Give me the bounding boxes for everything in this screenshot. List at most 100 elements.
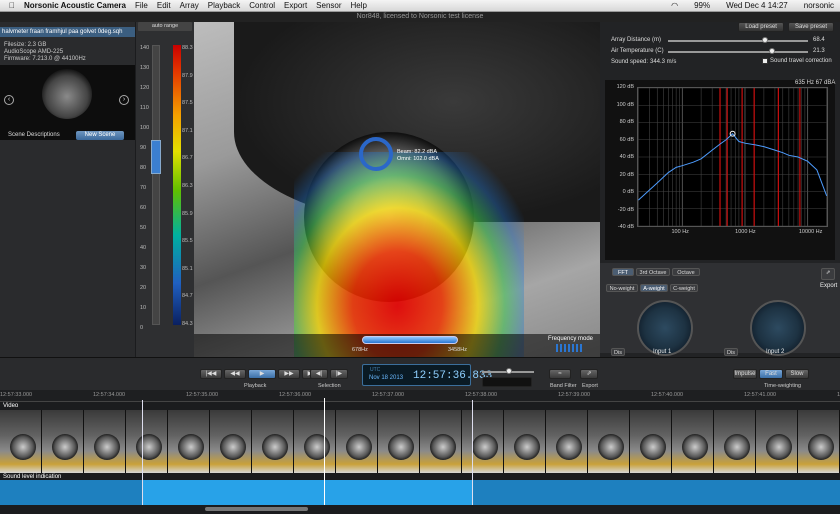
spectrum-chart[interactable] [637,87,828,227]
band-filter-button[interactable]: ≈ [549,369,571,379]
selection-end-button[interactable]: |▶ [330,369,348,379]
beam-target-icon[interactable] [359,137,393,171]
video-frame [462,410,504,473]
user-menu[interactable]: norsonic [804,1,834,10]
spectrum-cursor-readout: 635 Hz 67 dBA [795,80,836,86]
window-title: Nor848, licensed to Norsonic test licens… [0,12,840,22]
menu-sensor[interactable]: Sensor [316,1,341,10]
array-distance-knob[interactable] [762,37,768,43]
scale-tick-left: 50 [140,225,147,231]
menu-playback[interactable]: Playback [208,1,240,10]
selected-range[interactable] [143,480,472,505]
scale-tick-left: 60 [140,205,147,211]
export-icon[interactable]: ⇗ [821,268,835,280]
scale-tick-right: 85.1 [182,265,193,272]
time-zone: UTC [370,367,381,373]
scale-tick-right: 84.3 [182,321,193,327]
app-menu[interactable]: Norsonic Acoustic Camera [24,1,126,10]
volume-knob[interactable] [506,368,512,374]
input-2-label: Input 2 [766,349,785,355]
play-button[interactable]: ▶ [248,369,276,379]
selection-start-button[interactable]: ◀| [310,369,328,379]
timeline-ruler[interactable] [0,390,840,402]
export-label: Export [820,283,838,289]
frequency-low: 678Hz [352,347,368,353]
preset-buttons: Load preset Save preset [738,22,834,32]
menu-control[interactable]: Control [249,1,275,10]
dynamic-range-handle[interactable] [151,140,161,174]
timeline-tick: 12:57:33.000 [0,392,33,398]
a-weight-button[interactable]: A-weight [640,284,668,292]
frequency-high: 3458Hz [448,347,467,353]
spectrum-y-tick: 40 dB [619,154,634,160]
impulse-button[interactable]: Impulse [733,369,757,379]
fast-forward-button[interactable]: ▶▶ [278,369,300,379]
band-filter-label: Band Filter [550,383,577,389]
menu-bar:  Norsonic Acoustic Camera File Edit Arr… [0,0,840,12]
apple-icon[interactable]:  [9,1,15,10]
scale-tick-right: 84.7 [182,293,193,300]
array-distance-label: Array Distance (m) [611,37,662,43]
clock[interactable]: Wed Dec 4 14:27 [726,1,788,10]
playhead[interactable] [324,398,325,505]
wifi-icon[interactable]: ◠ [671,1,678,10]
scale-tick-left: 20 [140,285,147,291]
auto-range-button[interactable]: auto range [138,22,192,31]
new-scene-button[interactable]: New Scene [76,131,124,140]
input-1-toggle[interactable]: Dis [611,348,625,356]
frequency-range-slider[interactable] [362,336,458,344]
spectrum-x-tick: 100 Hz [671,229,689,235]
tab-octave[interactable]: Octave [672,268,700,276]
menu-help[interactable]: Help [351,1,367,10]
slow-button[interactable]: Slow [785,369,809,379]
no-weight-button[interactable]: No-weight [606,284,638,292]
sound-travel-checkbox[interactable] [762,58,768,64]
scale-tick-left: 80 [140,165,147,171]
scale-tick-left: 70 [140,185,147,191]
selection-end-marker[interactable] [472,400,473,505]
scale-tick-left: 40 [140,245,147,251]
array-distance-slider[interactable] [668,40,808,42]
video-frame [588,410,630,473]
load-preset-button[interactable]: Load preset [738,22,784,32]
color-scale-bar [173,45,181,325]
air-temperature-knob[interactable] [769,48,775,54]
export-video-button[interactable]: ⇗ [580,369,598,379]
input-2-toggle[interactable]: Dis [724,348,738,356]
scene-preview: ‹ › [0,65,135,140]
timeline-tick: 12:57:34.000 [93,392,126,398]
tab-fft[interactable]: FFT [612,268,634,276]
beam-readout: Beam: 82.2 dBA Omni: 102.0 dBA [397,149,439,163]
c-weight-button[interactable]: C-weight [670,284,698,292]
chevron-left-icon[interactable]: ‹ [4,95,14,105]
dynamic-range-track[interactable] [152,45,160,325]
spectrum-y-tick: -40 dB [617,224,634,230]
acoustic-camera-view[interactable]: Beam: 82.2 dBA Omni: 102.0 dBA 678Hz 345… [194,22,600,357]
file-title[interactable]: halvmeter fraan framhjul paa golvet 0deg… [0,27,135,37]
spectrum-x-tick: 1000 Hz [735,229,756,235]
selection-label: Selection [318,383,341,389]
battery-status[interactable]: 99% [694,1,710,10]
frequency-mode-icon[interactable] [556,344,584,352]
fast-button[interactable]: Fast [759,369,783,379]
sound-heatmap [294,152,524,357]
video-track-label: Video [3,403,19,409]
scale-tick-left: 130 [140,65,150,71]
menu-file[interactable]: File [135,1,148,10]
air-temperature-slider[interactable] [668,51,808,53]
device-name: AudioScope AMD-225 [4,49,64,55]
beam-level: Beam: 82.2 dBA [397,149,438,155]
timeline-scrollbar[interactable] [205,507,308,511]
chevron-right-icon[interactable]: › [119,95,129,105]
menu-array[interactable]: Array [180,1,199,10]
menu-edit[interactable]: Edit [157,1,171,10]
rewind-button[interactable]: ◀◀ [224,369,246,379]
save-preset-button[interactable]: Save preset [787,22,834,32]
level-meter [482,377,532,387]
selection-start-marker[interactable] [142,400,143,505]
tab-third-octave[interactable]: 3rd Octave [636,268,670,276]
scale-tick-left: 10 [140,305,147,311]
skip-start-button[interactable]: |◀◀ [200,369,222,379]
scale-tick-left: 90 [140,145,147,151]
menu-export[interactable]: Export [284,1,307,10]
